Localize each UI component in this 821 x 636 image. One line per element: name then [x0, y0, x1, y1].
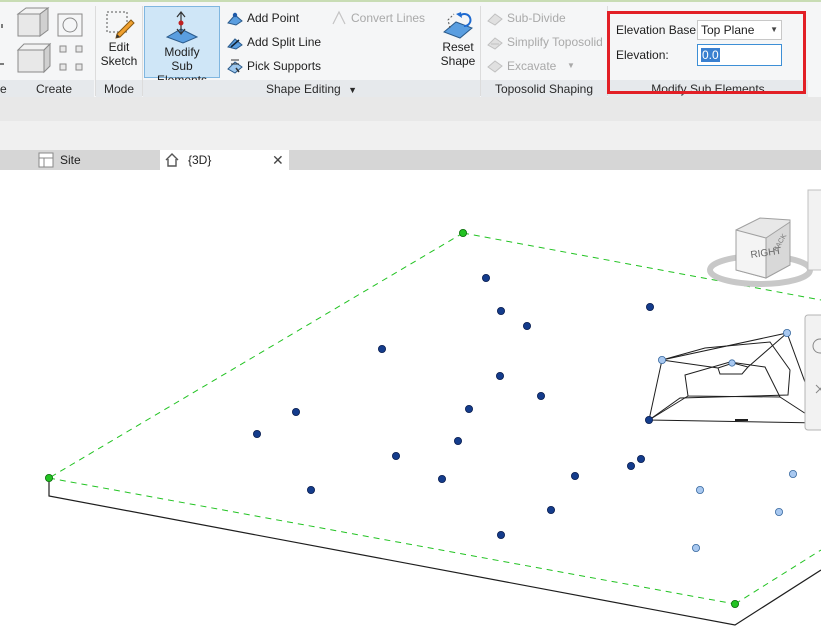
- create-panel-footer: e Create: [0, 80, 94, 98]
- ribbon: e Create Edit Sketch Mode Modify Sub Ele…: [0, 0, 821, 98]
- convert-lines-icon: [332, 10, 346, 25]
- boundary-left-top: [48, 232, 464, 479]
- topo-points[interactable]: [252, 274, 655, 539]
- shape-editing-dropdown-icon[interactable]: ▼: [348, 85, 357, 95]
- reset-shape-label-2: Shape: [440, 54, 476, 68]
- toposolid-shaping-panel-footer: Toposolid Shaping: [481, 80, 607, 98]
- edit-sketch-button[interactable]: Edit Sketch: [97, 8, 141, 78]
- home-icon: [165, 153, 179, 167]
- view-tabs-bar: Site {3D} ✕: [0, 150, 821, 170]
- navigation-bar[interactable]: [804, 314, 821, 431]
- excavate-icon: [487, 60, 503, 73]
- excavate-dropdown-icon[interactable]: ▼: [567, 56, 575, 76]
- add-split-line-icon: [227, 38, 243, 50]
- modify-sub-elements-button[interactable]: Modify Sub Elements: [144, 6, 220, 87]
- modify-sub-elements-label-1: Modify: [164, 45, 200, 59]
- close-tab-icon[interactable]: ✕: [272, 150, 284, 170]
- pick-supports-icon: [227, 59, 243, 74]
- edit-sketch-icon: [106, 11, 135, 39]
- 3d-viewport[interactable]: RIGHT BACK: [0, 170, 821, 636]
- reset-shape-icon: [443, 12, 473, 39]
- toposolid-edge: [48, 478, 821, 626]
- tab-3d[interactable]: {3D} ✕: [160, 150, 289, 170]
- edit-sketch-label-2: Sketch: [100, 54, 138, 68]
- shape-editing-panel-footer[interactable]: Shape Editing ▼: [143, 80, 480, 98]
- modify-sub-elements-icon: [165, 11, 199, 44]
- options-bar: [0, 97, 821, 121]
- view-area-gap: [0, 121, 821, 150]
- viewcube-side-panel: [807, 189, 821, 271]
- boundary-bottom: [48, 477, 736, 605]
- pad-wireframe[interactable]: [648, 332, 821, 424]
- boundary-right: [734, 549, 821, 605]
- sub-divide-icon: [487, 13, 503, 26]
- edit-sketch-label-1: Edit: [108, 40, 130, 54]
- site-plan-icon: [38, 152, 54, 168]
- reset-shape-label-1: Reset: [442, 40, 474, 54]
- viewport-canvas[interactable]: RIGHT BACK: [0, 170, 821, 636]
- create-tools-icons[interactable]: [0, 6, 95, 78]
- mode-panel-footer: Mode: [96, 80, 142, 98]
- add-point-icon: [227, 12, 243, 26]
- viewcube[interactable]: RIGHT BACK: [707, 189, 821, 287]
- tab-site[interactable]: Site: [30, 150, 160, 170]
- reset-shape-button[interactable]: Reset Shape: [438, 8, 478, 78]
- highlight-annotation-box: [607, 11, 806, 94]
- simplify-toposolid-icon: [487, 37, 503, 50]
